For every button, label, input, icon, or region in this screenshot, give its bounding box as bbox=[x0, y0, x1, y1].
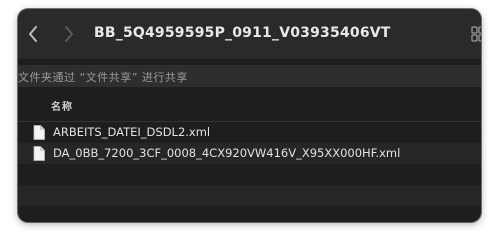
file-list: ARBEITS_DATEI_DSDL2.xml DA_0BB_7200_3CF_… bbox=[18, 122, 481, 206]
window-title: BB_5Q4959595P_0911_V03935406VT bbox=[94, 25, 391, 41]
list-item[interactable]: ARBEITS_DATEI_DSDL2.xml bbox=[18, 122, 481, 143]
document-icon bbox=[33, 125, 45, 140]
file-name: DA_0BB_7200_3CF_0008_4CX920VW416V_X95XX0… bbox=[53, 146, 401, 160]
forward-button[interactable] bbox=[60, 23, 78, 45]
back-button[interactable] bbox=[24, 23, 42, 45]
file-name: ARBEITS_DATEI_DSDL2.xml bbox=[53, 125, 211, 139]
document-icon bbox=[33, 146, 45, 161]
file-sharing-banner: 文件夹通过 “文件共享” 进行共享 bbox=[18, 65, 481, 87]
chevron-left-icon bbox=[29, 26, 37, 42]
toolbar: BB_5Q4959595P_0911_V03935406VT bbox=[18, 9, 481, 59]
file-sharing-text: 文件夹通过 “文件共享” 进行共享 bbox=[18, 71, 188, 84]
empty-row bbox=[18, 185, 481, 206]
column-header-name[interactable]: 名称 bbox=[51, 98, 73, 113]
column-header: 名称 bbox=[18, 94, 481, 116]
finder-window: BB_5Q4959595P_0911_V03935406VT 文件夹通过 “文件… bbox=[18, 9, 481, 222]
list-item[interactable]: DA_0BB_7200_3CF_0008_4CX920VW416V_X95XX0… bbox=[18, 143, 481, 164]
chevron-right-icon bbox=[65, 26, 73, 42]
grid-view-icon[interactable] bbox=[471, 26, 481, 42]
empty-row bbox=[18, 164, 481, 185]
